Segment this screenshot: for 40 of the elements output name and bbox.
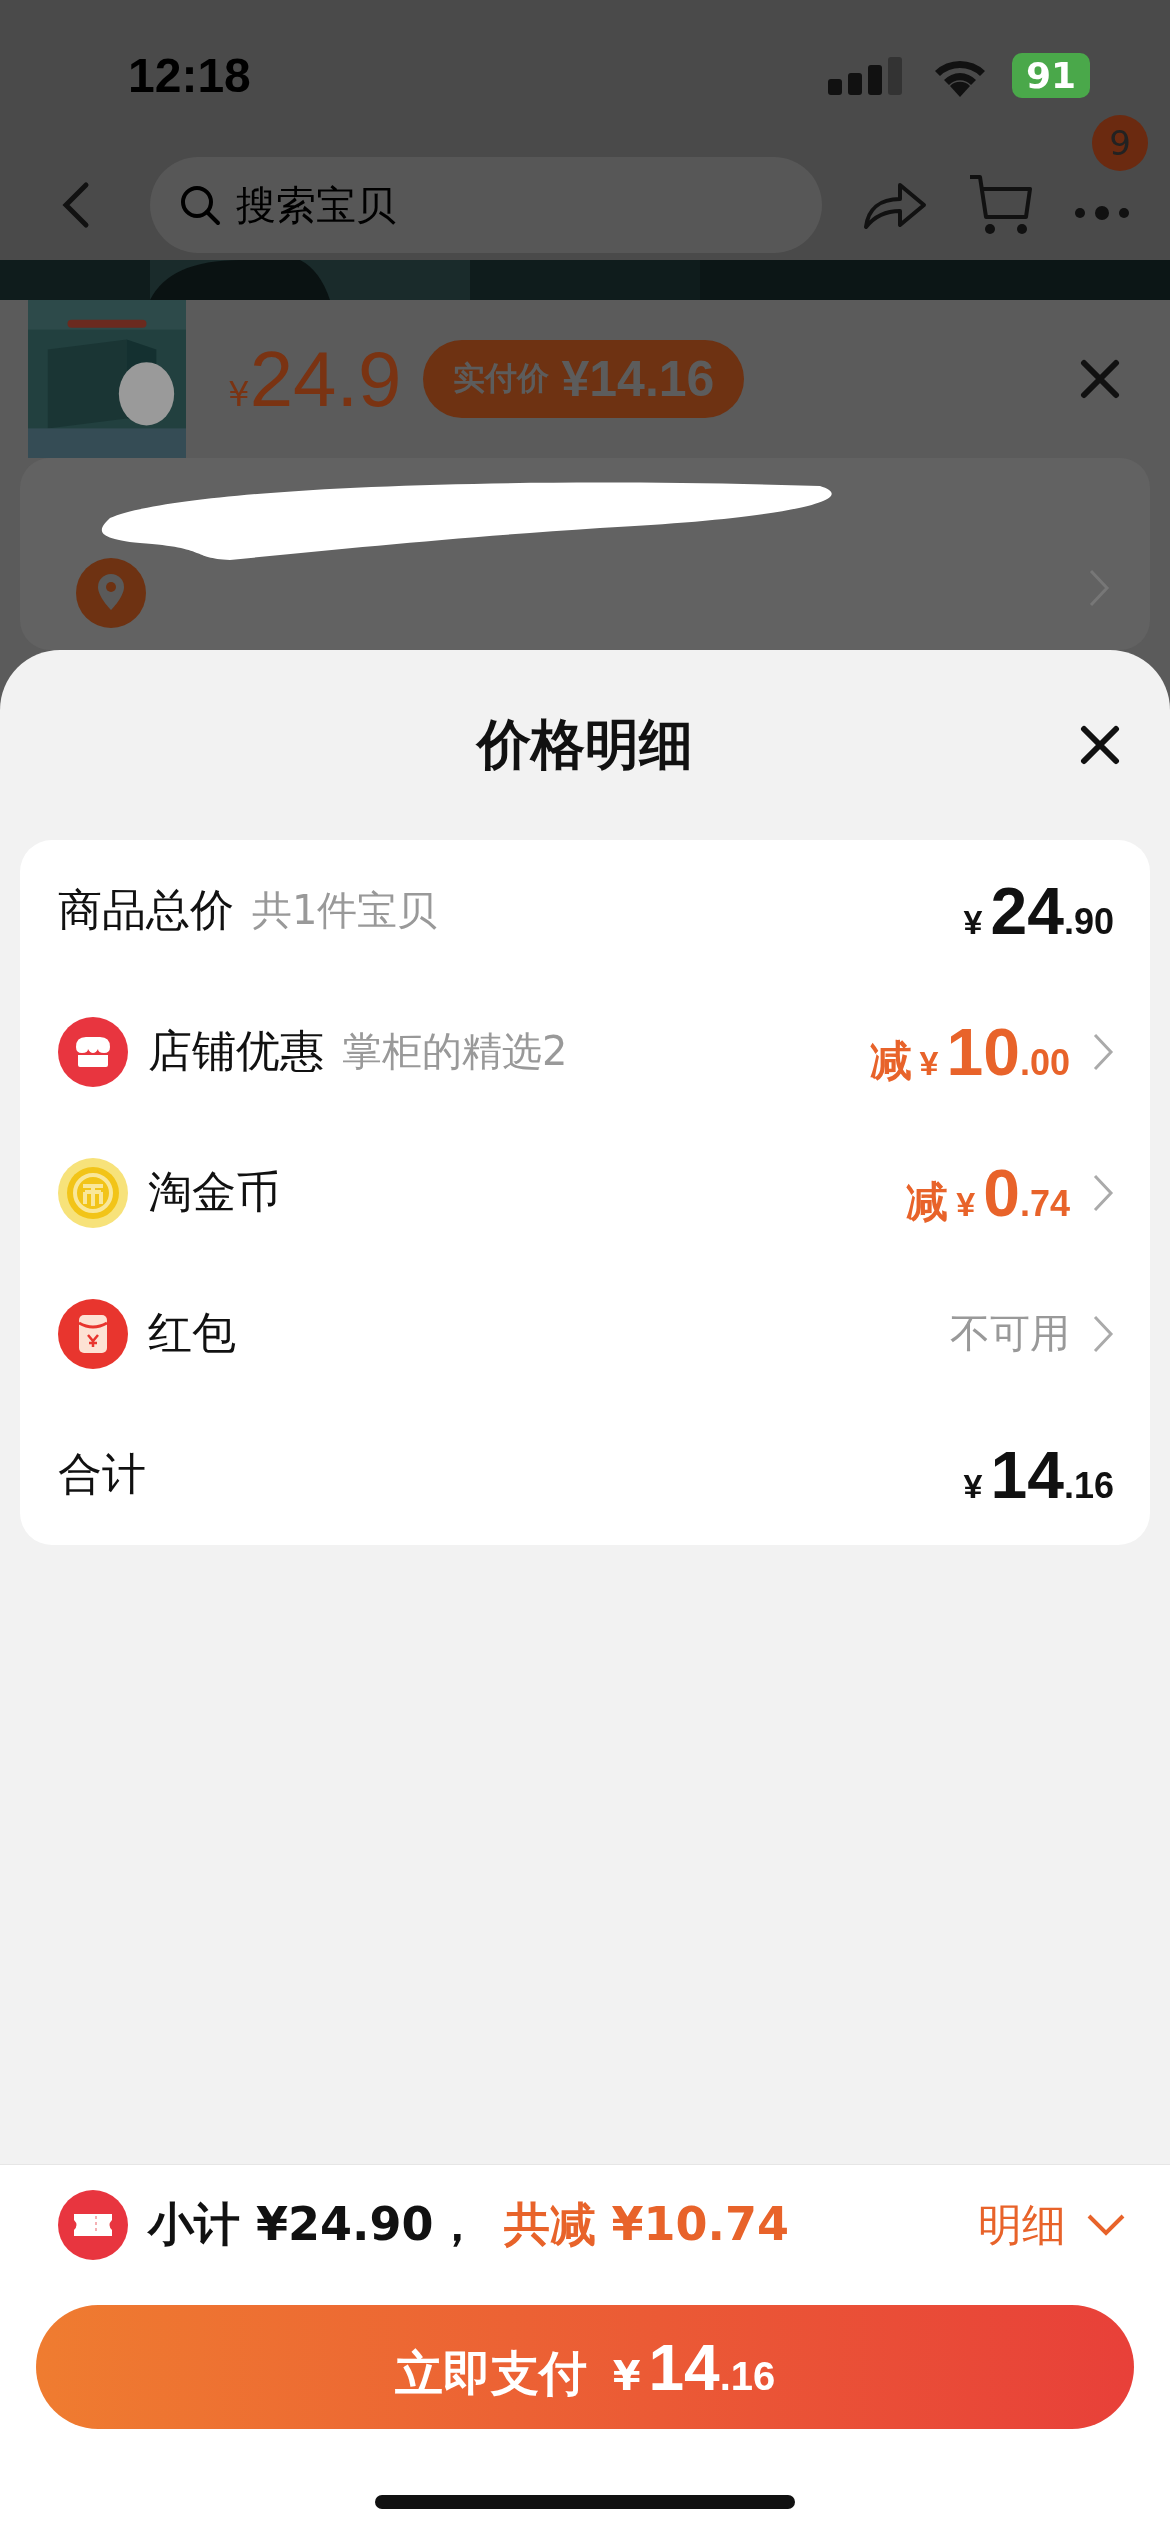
back-icon[interactable] <box>60 181 90 229</box>
row-amount: 减 ¥0.74 <box>906 1154 1070 1231</box>
close-icon[interactable] <box>1080 725 1120 765</box>
more-icon[interactable] <box>1074 205 1130 221</box>
actual-price: ¥14.16 <box>561 350 715 408</box>
subtotal-text: 小计 ¥24.90， <box>148 2196 480 2253</box>
row-note: 共1件宝贝 <box>252 886 438 935</box>
row-label: 店铺优惠 <box>148 1024 324 1078</box>
row-label: 商品总价 <box>58 883 234 937</box>
row-status: 不可用 <box>950 1309 1070 1358</box>
search-field[interactable]: 搜索宝贝 <box>150 157 822 253</box>
notification-badge: 9 <box>1092 115 1148 171</box>
actual-price-label: 实付价 <box>453 358 550 399</box>
details-toggle[interactable]: 明细 <box>978 2195 1126 2255</box>
location-pin-icon <box>76 558 146 628</box>
row-label: 合计 <box>58 1447 146 1501</box>
row-label: 淘金币 <box>148 1165 280 1219</box>
price-currency: ¥ <box>228 373 250 414</box>
row-amount: 减 ¥10.00 <box>869 1013 1070 1090</box>
sheet-title: 价格明细 <box>477 711 693 778</box>
cart-icon[interactable] <box>968 173 1034 237</box>
chevron-right-icon[interactable] <box>1092 1172 1114 1213</box>
battery-level: 91 <box>1011 52 1090 98</box>
row-amount: ¥24.90 <box>963 872 1114 949</box>
search-icon <box>178 183 222 227</box>
status-time: 12:18 <box>128 47 251 103</box>
row-amount: ¥14.16 <box>963 1436 1114 1513</box>
total-discount-text: 共减 ¥10.74 <box>503 2196 790 2253</box>
chevron-right-icon[interactable] <box>1092 1313 1114 1354</box>
row-label: 红包 <box>148 1306 236 1360</box>
chevron-down-icon <box>1086 2213 1126 2237</box>
row-note: 掌柜的精选2 <box>342 1027 568 1076</box>
coin-icon <box>58 1157 128 1228</box>
product-price: 24.9 <box>249 333 402 425</box>
ticket-icon <box>58 2190 128 2260</box>
chevron-right-icon[interactable] <box>1092 1031 1114 1072</box>
envelope-icon <box>58 1298 128 1369</box>
store-icon <box>58 1016 128 1087</box>
pay-button[interactable]: 立即支付 ¥14.16 <box>36 2305 1134 2429</box>
address-card[interactable] <box>20 458 1150 650</box>
